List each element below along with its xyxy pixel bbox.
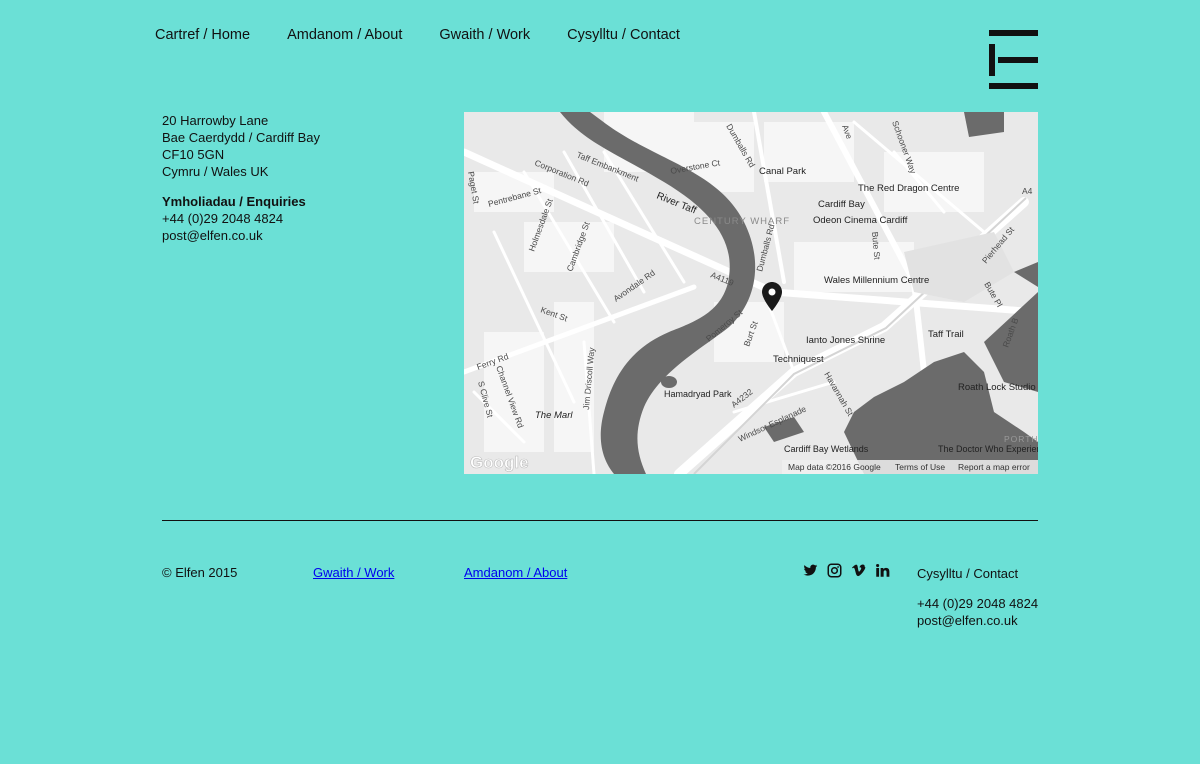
google-logo: Google <box>470 453 529 472</box>
map-label: Techniquest <box>773 354 824 365</box>
map-label: Wales Millennium Centre <box>824 275 929 286</box>
nav-work[interactable]: Gwaith / Work <box>439 27 530 43</box>
linkedin-icon[interactable] <box>875 563 890 578</box>
nav-home[interactable]: Cartref / Home <box>155 27 250 43</box>
twitter-icon[interactable] <box>803 563 818 578</box>
address-block: 20 Harrowby Lane Bae Caerdydd / Cardiff … <box>162 112 320 244</box>
address-line: CF10 5GN <box>162 147 225 162</box>
map-label: Hamadryad Park <box>664 389 732 399</box>
enquiries-heading: Ymholiadau / Enquiries <box>162 194 306 209</box>
address-line: Bae Caerdydd / Cardiff Bay <box>162 130 321 145</box>
footer-phone: +44 (0)29 2048 4824 <box>917 596 1039 611</box>
map-label: The Red Dragon Centre <box>858 183 959 194</box>
map-terms-link: Terms of Use <box>895 462 945 472</box>
footer-divider <box>162 520 1038 521</box>
map-label: Taff Trail <box>928 329 964 340</box>
address-line: 20 Harrowby Lane <box>162 113 269 128</box>
vimeo-icon[interactable] <box>851 563 866 578</box>
map[interactable]: River Taff CENTURY WHARF Canal Park The … <box>464 112 1038 474</box>
footer-contact-link[interactable]: Cysylltu / Contact <box>917 566 1018 581</box>
instagram-icon[interactable] <box>827 563 842 578</box>
address-line: Cymru / Wales UK <box>162 164 269 179</box>
footer-work-link[interactable]: Gwaith / Work <box>313 565 394 580</box>
footer-copyright: © Elfen 2015 <box>162 565 238 580</box>
map-attribution: Map data ©2016 Google <box>788 462 881 472</box>
email-link[interactable]: post@elfen.co.uk <box>162 227 320 244</box>
map-label: The Doctor Who Experience <box>938 444 1038 454</box>
nav-about[interactable]: Amdanom / About <box>287 27 402 43</box>
elfen-logo[interactable] <box>989 30 1039 90</box>
map-label: A4 <box>1022 186 1033 196</box>
main-nav: Cartref / Home Amdanom / About Gwaith / … <box>155 27 680 43</box>
map-label: The Marl <box>535 410 573 421</box>
map-label: Odeon Cinema Cardiff <box>813 215 908 226</box>
map-label: PORTH <box>1004 434 1038 444</box>
map-label: Cardiff Bay Wetlands <box>784 444 869 454</box>
footer-contact: Cysylltu / Contact +44 (0)29 2048 4824 p… <box>917 565 1038 629</box>
phone-number: +44 (0)29 2048 4824 <box>162 211 284 226</box>
map-label: Cardiff Bay <box>818 199 865 210</box>
elfen-logo-icon <box>989 30 1038 89</box>
map-label: Ianto Jones Shrine <box>806 335 885 346</box>
map-label: Canal Park <box>759 166 806 177</box>
footer-about-link[interactable]: Amdanom / About <box>464 565 567 580</box>
map-label: Roath Lock Studio <box>958 382 1036 393</box>
nav-contact[interactable]: Cysylltu / Contact <box>567 27 680 43</box>
footer-email[interactable]: post@elfen.co.uk <box>917 612 1038 629</box>
map-report-link: Report a map error <box>958 462 1030 472</box>
social-links <box>803 563 890 578</box>
